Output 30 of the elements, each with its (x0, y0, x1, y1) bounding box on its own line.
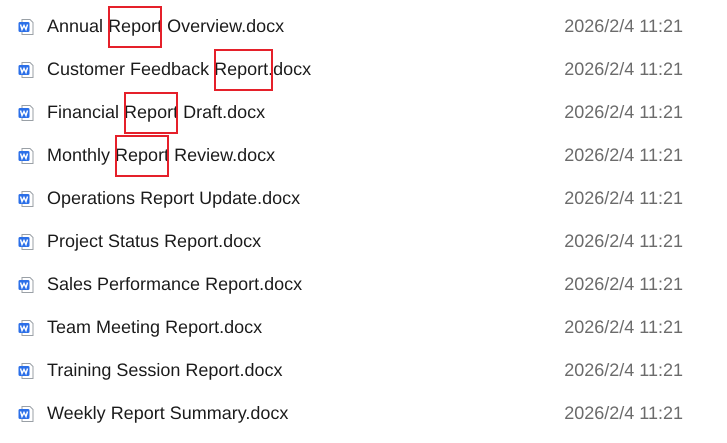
modified-date: 2026/2/4 11:21 (564, 273, 683, 296)
file-name[interactable]: Annual Report Overview.docx (47, 6, 284, 48)
file-name[interactable]: Financial Report Draft.docx (47, 92, 266, 134)
modified-date: 2026/2/4 11:21 (564, 230, 683, 253)
word-document-icon (18, 18, 34, 36)
file-name[interactable]: Operations Report Update.docx (47, 178, 300, 220)
word-document-icon (18, 146, 34, 164)
word-document-icon (18, 404, 34, 422)
modified-date: 2026/2/4 11:21 (564, 316, 683, 339)
modified-date: 2026/2/4 11:21 (564, 15, 683, 38)
word-document-icon (18, 190, 34, 208)
file-name[interactable]: Customer Feedback Report.docx (47, 48, 312, 90)
modified-date: 2026/2/4 11:21 (564, 359, 683, 382)
file-name[interactable]: Team Meeting Report.docx (47, 306, 262, 348)
file-name[interactable]: Monthly Report Review.docx (47, 134, 276, 176)
file-name[interactable]: Project Status Report.docx (47, 220, 262, 262)
modified-date: 2026/2/4 11:21 (564, 402, 683, 425)
word-document-icon (18, 362, 34, 380)
word-document-icon (18, 276, 34, 294)
file-name[interactable]: Training Session Report.docx (47, 350, 282, 392)
word-document-icon (18, 60, 34, 78)
modified-date: 2026/2/4 11:21 (564, 58, 683, 81)
word-document-icon (18, 318, 34, 336)
file-name[interactable]: Weekly Report Summary.docx (47, 392, 288, 434)
modified-date: 2026/2/4 11:21 (564, 144, 683, 167)
file-name[interactable]: Sales Performance Report.docx (47, 264, 302, 306)
modified-date: 2026/2/4 11:21 (564, 101, 683, 124)
modified-date: 2026/2/4 11:21 (564, 187, 683, 210)
word-document-icon (18, 104, 34, 122)
word-document-icon (18, 232, 34, 250)
